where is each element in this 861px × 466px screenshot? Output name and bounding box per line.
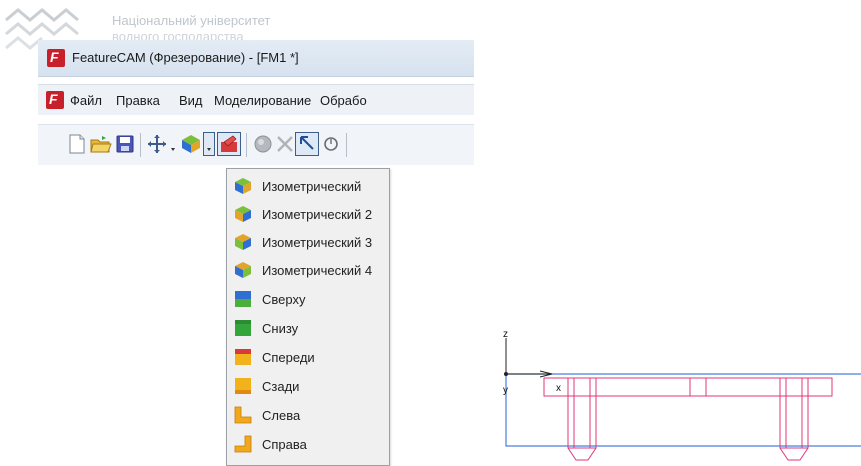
menu-item-front[interactable]: Спереди	[227, 344, 389, 371]
toolbar-separator	[346, 133, 347, 157]
isometric-3-icon	[235, 234, 251, 250]
isometric-2-icon	[235, 206, 251, 222]
move-cross-icon[interactable]	[146, 133, 168, 155]
view-isometric-icon[interactable]	[180, 133, 202, 155]
sphere-icon[interactable]	[252, 133, 274, 155]
front-view-icon	[235, 349, 251, 365]
menu-edit[interactable]: Правка	[116, 93, 160, 108]
menu-item-label: Слева	[262, 408, 301, 423]
menu-item-left[interactable]: Слева	[227, 402, 389, 429]
menu-item-label: Сверху	[262, 292, 306, 307]
menu-item-label: Снизу	[262, 321, 299, 336]
menu-item-label: Изометрический 2	[262, 207, 373, 222]
menu-item-bottom[interactable]: Снизу	[227, 315, 389, 342]
view-orientation-menu: Изометрический Изометрический 2 Изометри…	[226, 168, 390, 466]
delete-x-icon[interactable]	[274, 133, 296, 155]
right-view-icon	[234, 435, 252, 453]
menu-item-isometric-4[interactable]: Изометрический 4	[227, 257, 389, 284]
back-view-icon	[235, 378, 251, 394]
open-folder-icon[interactable]	[90, 133, 112, 155]
menu-item-label: Изометрический 3	[262, 235, 373, 250]
toolbar-separator	[140, 133, 141, 157]
menu-item-label: Изометрический 4	[262, 263, 373, 278]
view-dropdown-arrow-icon[interactable]	[203, 132, 215, 156]
origin-point	[504, 372, 508, 376]
toolbar-separator	[246, 133, 247, 157]
menu-item-isometric[interactable]: Изометрический	[227, 173, 389, 200]
render-icon[interactable]	[217, 132, 241, 156]
menu-item-isometric-3[interactable]: Изометрический 3	[227, 229, 389, 256]
axis-label-x: x	[556, 383, 561, 394]
menu-item-label: Спереди	[262, 350, 315, 365]
menu-item-label: Справа	[262, 437, 307, 452]
app-window: FeatureCAM (Фрезерование) - [FM1 *] Файл…	[38, 40, 474, 172]
menu-item-label: Изометрический	[262, 179, 362, 194]
menu-modeling[interactable]: Моделирование	[214, 93, 311, 108]
featurecam-app-icon	[47, 49, 65, 67]
menu-item-top[interactable]: Сверху	[227, 286, 389, 313]
watermark-line-1: Національний університет	[112, 13, 271, 28]
title-bar: FeatureCAM (Фрезерование) - [FM1 *]	[38, 40, 474, 77]
menu-file[interactable]: Файл	[70, 93, 102, 108]
document-menu-icon[interactable]	[46, 91, 64, 109]
select-arrow-icon[interactable]	[295, 132, 319, 156]
bottom-view-icon	[235, 320, 251, 336]
isometric-4-icon	[235, 262, 251, 278]
save-icon[interactable]	[114, 133, 136, 155]
menu-machining[interactable]: Обрабо	[320, 93, 367, 108]
axis-label-z: z	[503, 329, 508, 340]
menu-item-label: Сзади	[262, 379, 300, 394]
cad-viewport: z x y	[503, 329, 861, 461]
menu-item-back[interactable]: Сзади	[227, 373, 389, 400]
new-file-icon[interactable]	[66, 133, 88, 155]
left-view-icon	[234, 406, 252, 424]
menu-item-isometric-2[interactable]: Изометрический 2	[227, 201, 389, 228]
menu-view[interactable]: Вид	[179, 93, 203, 108]
menu-bar: Файл Правка Вид Моделирование Обрабо	[38, 84, 474, 115]
move-dropdown-arrow-icon[interactable]	[168, 133, 178, 155]
rotate-icon[interactable]	[320, 133, 342, 155]
toolbar	[38, 124, 474, 165]
menu-item-right[interactable]: Справа	[227, 431, 389, 458]
top-view-icon	[235, 291, 251, 307]
isometric-icon	[235, 178, 251, 194]
part-geometry	[543, 377, 833, 461]
axis-label-y: y	[503, 385, 508, 396]
window-title: FeatureCAM (Фрезерование) - [FM1 *]	[72, 50, 299, 65]
